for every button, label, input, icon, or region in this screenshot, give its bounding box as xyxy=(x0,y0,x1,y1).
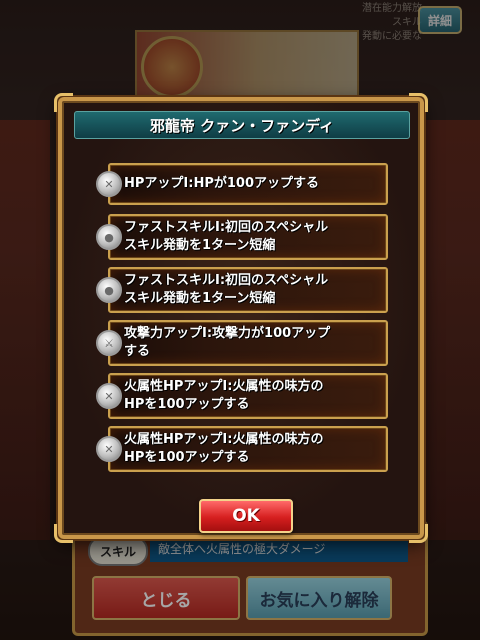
frame-corner-ornament xyxy=(54,524,73,543)
ability-item: ✕ 火属性HPアップⅠ:火属性の味方の HPを100アップする xyxy=(96,373,388,419)
ability-text: ファストスキルⅠ:初回のスペシャル スキル発動を1ターン短縮 xyxy=(124,273,329,306)
ok-button[interactable]: OK xyxy=(199,499,293,533)
ability-orb-icon: ⚔ xyxy=(96,330,122,356)
ability-orb-icon: ● xyxy=(96,224,122,250)
frame-corner-ornament xyxy=(409,93,428,112)
ability-orb-icon: ✕ xyxy=(96,171,122,197)
ability-item: ● ファストスキルⅠ:初回のスペシャル スキル発動を1ターン短縮 xyxy=(96,214,388,260)
frame-corner-ornament xyxy=(409,524,428,543)
ability-text: 火属性HPアップⅠ:火属性の味方の HPを100アップする xyxy=(124,379,324,412)
ability-text: 火属性HPアップⅠ:火属性の味方の HPを100アップする xyxy=(124,432,324,465)
frame-corner-ornament xyxy=(54,93,73,112)
ability-item: ⚔ 攻撃力アップⅠ:攻撃力が100アップ する xyxy=(96,320,388,366)
ability-text: ファストスキルⅠ:初回のスペシャル スキル発動を1ターン短縮 xyxy=(124,220,329,253)
ability-text: HPアップⅠ:HPが100アップする xyxy=(124,176,319,191)
ability-text: 攻撃力アップⅠ:攻撃力が100アップ する xyxy=(124,326,331,359)
ability-orb-icon: ● xyxy=(96,277,122,303)
ability-item: ✕ 火属性HPアップⅠ:火属性の味方の HPを100アップする xyxy=(96,426,388,472)
ability-item: ● ファストスキルⅠ:初回のスペシャル スキル発動を1ターン短縮 xyxy=(96,267,388,313)
ability-orb-icon: ✕ xyxy=(96,383,122,409)
dialog-title: 邪龍帝 クァン・ファンディ xyxy=(74,111,410,139)
ability-list: ✕ HPアップⅠ:HPが100アップする ● ファストスキルⅠ:初回のスペシャル… xyxy=(96,163,388,479)
ability-dialog: 邪龍帝 クァン・ファンディ ✕ HPアップⅠ:HPが100アップする ● ファス… xyxy=(54,93,428,543)
ability-item: ✕ HPアップⅠ:HPが100アップする xyxy=(96,163,388,205)
ability-orb-icon: ✕ xyxy=(96,436,122,462)
